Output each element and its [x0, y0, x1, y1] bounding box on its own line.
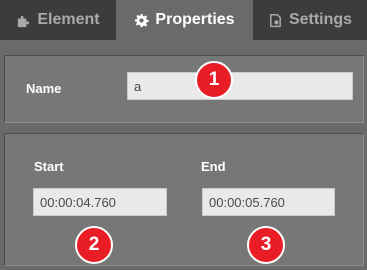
callout-badge-2: 2 [75, 226, 113, 264]
tab-settings-label: Settings [288, 11, 353, 28]
end-label: End [201, 159, 226, 174]
tab-properties-label: Properties [155, 11, 235, 28]
tab-element[interactable]: Element [0, 0, 116, 40]
end-time-input[interactable] [202, 188, 335, 216]
callout-badge-3: 3 [247, 226, 285, 264]
gear-icon [134, 13, 149, 28]
puzzle-icon [16, 13, 31, 28]
settings-doc-icon [268, 13, 283, 28]
tab-settings[interactable]: Settings [253, 0, 367, 40]
name-label: Name [26, 81, 62, 96]
tab-properties[interactable]: Properties [116, 0, 253, 40]
start-time-input[interactable] [33, 188, 167, 216]
callout-badge-1: 1 [195, 61, 233, 99]
tab-bar: Element Properties Settings [0, 0, 367, 40]
time-panel: Start End [4, 133, 364, 266]
tab-element-label: Element [37, 11, 100, 28]
start-label: Start [34, 159, 64, 174]
name-input[interactable] [127, 72, 353, 100]
name-panel: Name [4, 55, 364, 123]
